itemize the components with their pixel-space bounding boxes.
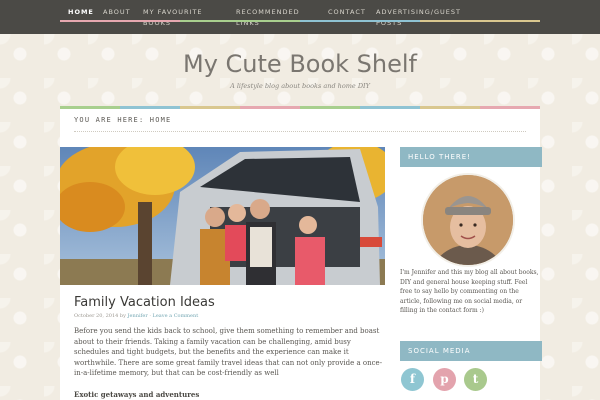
about-text: I'm Jennifer and this my blog all about …: [400, 269, 539, 314]
breadcrumb: YOU ARE HERE: HOME: [74, 116, 172, 124]
nav-contact[interactable]: CONTACT: [328, 7, 366, 18]
nav-advertising-guest-posts[interactable]: ADVERTISING/GUEST POSTS: [376, 7, 471, 29]
post-author-link[interactable]: Jennifer: [128, 313, 148, 319]
avatar-illustration: [423, 175, 513, 265]
post-meta: October 20, 2014 by Jennifer · Leave a C…: [74, 313, 198, 319]
avatar: [423, 175, 513, 265]
top-navigation: HOME ABOUT MY FAVOURITE BOOKS RECOMMENDE…: [0, 0, 600, 34]
featured-image[interactable]: [60, 147, 385, 285]
social-widget-title: SOCIAL MEDIA: [400, 341, 542, 361]
family-photo-illustration: [60, 147, 385, 285]
post-date: October 20, 2014: [74, 313, 119, 319]
hello-widget-title: HELLO THERE!: [400, 147, 542, 167]
post-by: by: [119, 313, 126, 319]
post-title[interactable]: Family Vacation Ideas: [74, 295, 215, 310]
site-title[interactable]: My Cute Book Shelf: [0, 50, 600, 78]
nav-home[interactable]: HOME: [68, 7, 94, 18]
pinterest-icon[interactable]: p: [433, 368, 456, 391]
site-description: A lifestyle blog about books and home DI…: [230, 82, 370, 90]
post-subheading: Exotic getaways and adventures: [74, 390, 200, 399]
nav-recommended-links[interactable]: RECOMMENDED LINKS: [236, 7, 316, 29]
breadcrumb-divider: [74, 131, 526, 132]
content-color-stripe: [60, 106, 540, 109]
twitter-icon[interactable]: t: [464, 368, 487, 391]
post-excerpt: Before you send the kids back to school,…: [74, 327, 383, 377]
facebook-icon[interactable]: f: [401, 368, 424, 391]
nav-color-stripe: [0, 20, 600, 22]
leave-comment-link[interactable]: Leave a Comment: [153, 313, 199, 319]
nav-about[interactable]: ABOUT: [103, 7, 131, 18]
nav-my-favourite-books[interactable]: MY FAVOURITE BOOKS: [143, 7, 223, 29]
